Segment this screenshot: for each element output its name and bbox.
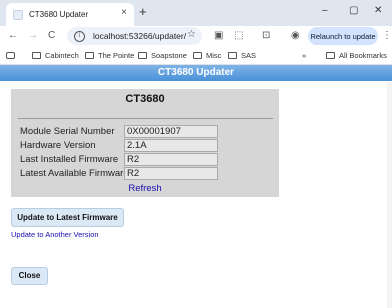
bookmark-label: Cabintech <box>45 50 79 60</box>
update-latest-button[interactable]: Update to Latest Firmware <box>11 208 124 227</box>
bookmark-folder[interactable]: The Pointe <box>85 49 134 61</box>
folder-icon <box>85 51 94 59</box>
minimize-icon[interactable]: – <box>322 4 328 18</box>
back-icon[interactable]: ← <box>8 29 18 43</box>
apps-icon <box>6 51 15 59</box>
bookmark-star-icon[interactable]: ☆ <box>187 29 196 40</box>
field-label: Module Serial Number <box>20 126 115 137</box>
folder-icon <box>228 51 237 59</box>
field-value: 0X00001907 <box>124 125 218 138</box>
puzzle-icon[interactable]: ⬚ <box>234 29 243 43</box>
bookmark-folder[interactable]: SAS <box>228 49 256 61</box>
browser-toolbar: ← → C i localhost:53266/updater/ ☆ ▣ ⬚ ⊡… <box>0 26 392 46</box>
close-button[interactable]: Close <box>11 267 48 285</box>
bookmark-folder[interactable]: Soapstone <box>138 49 187 61</box>
site-info-icon[interactable]: i <box>74 30 85 42</box>
cast-icon[interactable]: ⊡ <box>262 29 270 43</box>
bookmarks-overflow-icon[interactable]: » <box>302 49 306 61</box>
field-label: Last Installed Firmware <box>20 154 119 165</box>
bookmarks-bar: Cabintech The Pointe Soapstone Misc SAS … <box>0 46 392 65</box>
field-value: R2 <box>124 167 218 180</box>
page-banner: CT3680 Updater <box>0 65 392 81</box>
address-bar[interactable]: i localhost:53266/updater/ ☆ <box>67 27 202 45</box>
bookmark-label: Soapstone <box>151 50 187 60</box>
bookmark-apps[interactable] <box>6 49 19 61</box>
folder-icon <box>138 51 147 59</box>
device-name: CT3680 <box>125 93 165 105</box>
profile-icon[interactable]: ◉ <box>291 29 300 43</box>
field-label: Hardware Version <box>20 140 96 151</box>
field-value: R2 <box>124 153 218 166</box>
menu-icon[interactable]: ⋮ <box>382 29 392 43</box>
close-window-icon[interactable]: ✕ <box>374 4 382 18</box>
browser-tab[interactable]: CT3680 Updater × <box>6 3 134 26</box>
tab-title: CT3680 Updater <box>29 10 89 19</box>
folder-icon <box>193 51 202 59</box>
bookmark-folder[interactable]: Cabintech <box>32 49 79 61</box>
divider <box>18 118 273 119</box>
field-label: Latest Available Firmware <box>20 168 129 179</box>
bookmark-label: SAS <box>241 50 257 60</box>
all-bookmarks[interactable]: All Bookmarks <box>326 49 387 61</box>
favicon-icon <box>13 9 23 20</box>
scrollbar[interactable] <box>387 82 392 308</box>
close-tab-icon[interactable]: × <box>121 8 127 18</box>
tab-strip: CT3680 Updater × + – ▢ ✕ <box>0 0 392 26</box>
relaunch-button[interactable]: Relaunch to update <box>308 27 378 45</box>
folder-icon <box>32 51 41 59</box>
extension-icon[interactable]: ▣ <box>214 29 223 43</box>
update-another-link[interactable]: Update to Another Version <box>11 230 99 239</box>
bookmark-label: The Pointe <box>98 50 135 60</box>
forward-icon[interactable]: → <box>28 29 38 43</box>
device-info-panel: CT3680 Module Serial Number 0X00001907 H… <box>11 89 279 197</box>
folder-icon <box>326 51 335 59</box>
field-value: 2.1A <box>124 139 218 152</box>
maximize-icon[interactable]: ▢ <box>349 4 358 18</box>
bookmark-folder[interactable]: Misc <box>193 49 221 61</box>
new-tab-icon[interactable]: + <box>139 4 147 20</box>
bookmark-label: Misc <box>206 50 222 60</box>
refresh-link[interactable]: Refresh <box>11 183 279 194</box>
reload-icon[interactable]: C <box>48 29 55 43</box>
all-bookmarks-label: All Bookmarks <box>339 50 387 60</box>
url-text[interactable]: localhost:53266/updater/ <box>93 31 186 41</box>
